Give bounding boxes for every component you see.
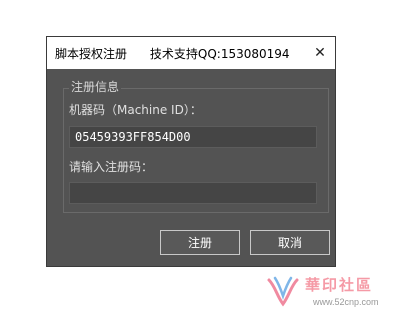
cancel-button-label: 取消 bbox=[277, 236, 302, 250]
cancel-button[interactable]: 取消 bbox=[250, 230, 330, 255]
watermark-name: 華印社區 bbox=[305, 276, 374, 294]
window-title: 脚本授权注册 技术支持QQ:153080194 bbox=[55, 46, 290, 61]
register-button[interactable]: 注册 bbox=[160, 230, 240, 255]
watermark-url: www.52cnp.com bbox=[313, 297, 379, 307]
title-bar[interactable]: 脚本授权注册 技术支持QQ:153080194 ✕ bbox=[47, 37, 335, 69]
machine-id-field[interactable] bbox=[69, 126, 317, 148]
close-icon: ✕ bbox=[314, 45, 326, 61]
reg-code-input[interactable] bbox=[69, 182, 317, 204]
machine-id-label: 机器码（Machine ID）： bbox=[69, 103, 202, 117]
watermark-logo-icon bbox=[267, 276, 299, 307]
watermark: 華印社區 www.52cnp.com bbox=[265, 274, 391, 310]
close-button[interactable]: ✕ bbox=[305, 37, 335, 69]
register-button-label: 注册 bbox=[187, 236, 212, 250]
reg-code-label: 请输入注册码： bbox=[69, 160, 154, 174]
register-dialog: 脚本授权注册 技术支持QQ:153080194 ✕ 注册信息 机器码（Machi… bbox=[46, 36, 336, 267]
group-title: 注册信息 bbox=[69, 78, 122, 95]
